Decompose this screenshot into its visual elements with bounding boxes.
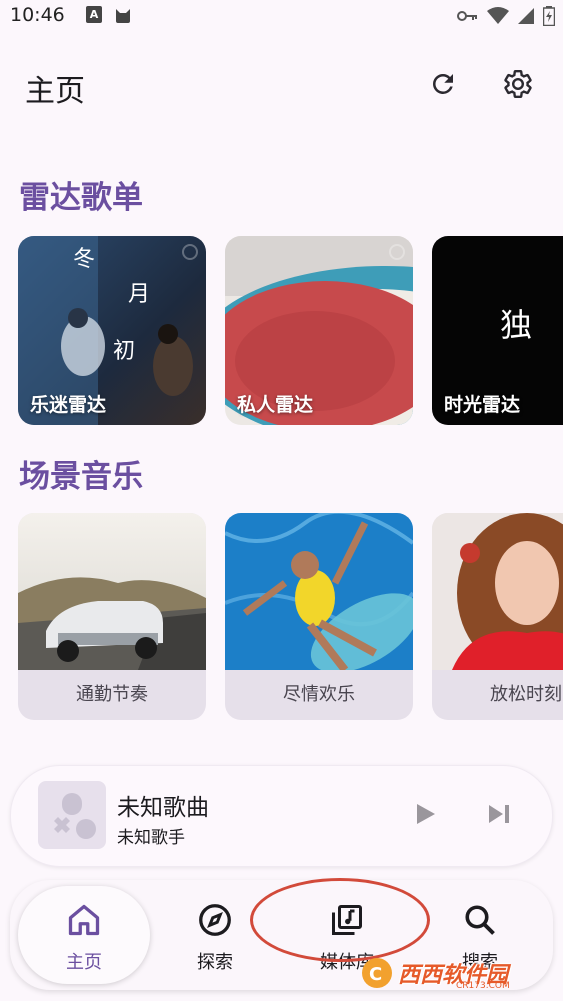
radar-card-time[interactable]: 独 时光雷达 bbox=[432, 236, 563, 425]
gear-icon bbox=[504, 70, 532, 98]
radar-card-fan[interactable]: 冬 月 初 乐迷雷达 bbox=[18, 236, 206, 425]
radar-card-private[interactable]: 私人雷达 bbox=[225, 236, 413, 425]
commute-cover-image bbox=[18, 513, 206, 670]
scene-card-commute[interactable]: 通勤节奏 bbox=[18, 513, 206, 720]
svg-text:独: 独 bbox=[500, 306, 532, 344]
relax-cover-image bbox=[432, 513, 563, 670]
scene-card-label: 尽情欢乐 bbox=[283, 684, 355, 705]
nav-label: 主页 bbox=[66, 952, 102, 973]
search-icon bbox=[465, 905, 495, 935]
scene-card-party[interactable]: 尽情欢乐 bbox=[225, 513, 413, 720]
app-a-icon: A bbox=[86, 6, 102, 23]
compass-icon bbox=[199, 904, 231, 936]
cat-icon bbox=[116, 9, 130, 23]
svg-text:C: C bbox=[369, 964, 382, 985]
refresh-button[interactable] bbox=[421, 62, 465, 106]
vpn-key-icon bbox=[457, 11, 477, 21]
radar-card-row[interactable]: 冬 月 初 乐迷雷达 私人雷达 独 时光雷达 bbox=[0, 236, 563, 426]
signal-icon bbox=[518, 8, 534, 24]
album-cover-placeholder bbox=[38, 781, 106, 849]
watermark-logo-icon: C bbox=[362, 958, 392, 988]
scene-section-title: 场景音乐 bbox=[19, 459, 143, 495]
nav-item-explore[interactable]: 探索 bbox=[160, 880, 270, 990]
mini-player[interactable]: 未知歌曲 未知歌手 bbox=[10, 765, 553, 867]
home-icon bbox=[68, 904, 100, 936]
next-button[interactable] bbox=[481, 796, 517, 832]
scene-card-row[interactable]: 通勤节奏 尽情欢乐 放松时刻 bbox=[0, 513, 563, 723]
scene-card-relax[interactable]: 放松时刻 bbox=[432, 513, 563, 720]
status-bar: 10:46 A bbox=[0, 0, 563, 32]
status-notification-icons: A bbox=[86, 6, 132, 24]
highlight-annotation bbox=[250, 878, 430, 962]
status-system-icons bbox=[457, 6, 555, 26]
wifi-icon bbox=[487, 7, 509, 24]
party-cover-image bbox=[225, 513, 413, 670]
skip-next-icon bbox=[489, 805, 509, 823]
watermark-sub: CR173.COM bbox=[456, 981, 510, 991]
song-title: 未知歌曲 bbox=[117, 795, 209, 821]
scene-card-label: 放松时刻 bbox=[490, 684, 562, 705]
play-button[interactable] bbox=[407, 796, 443, 832]
svg-text:冬: 冬 bbox=[73, 247, 95, 272]
battery-icon bbox=[543, 6, 555, 26]
radar-card-label: 时光雷达 bbox=[444, 394, 521, 416]
svg-text:初: 初 bbox=[113, 339, 135, 364]
watermark: C 西西软件园 CR173.COM bbox=[360, 953, 545, 993]
refresh-icon bbox=[433, 74, 453, 94]
song-artist: 未知歌手 bbox=[117, 828, 185, 848]
settings-button[interactable] bbox=[496, 62, 540, 106]
radar-card-label: 私人雷达 bbox=[237, 394, 314, 416]
svg-text:月: 月 bbox=[128, 282, 150, 307]
radar-card-label: 乐迷雷达 bbox=[30, 394, 107, 416]
music-shapes-icon bbox=[54, 793, 96, 839]
page-title: 主页 bbox=[25, 74, 85, 109]
top-app-bar: 主页 bbox=[0, 52, 563, 122]
corner-badge-icon bbox=[389, 244, 405, 260]
play-icon bbox=[417, 804, 435, 824]
nav-label: 探索 bbox=[197, 952, 233, 973]
corner-badge-icon bbox=[182, 244, 198, 260]
nav-item-home[interactable]: 主页 bbox=[14, 880, 154, 990]
radar-section-title: 雷达歌单 bbox=[19, 180, 143, 216]
status-time: 10:46 bbox=[10, 4, 65, 26]
scene-card-label: 通勤节奏 bbox=[76, 684, 148, 705]
